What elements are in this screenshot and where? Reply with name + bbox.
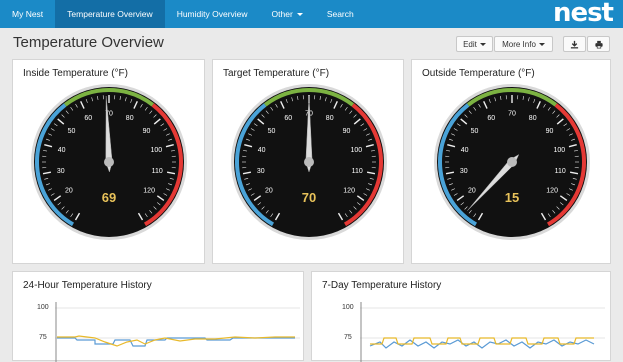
- gauge-tick-label: 70: [508, 111, 516, 118]
- inside-temperature-gauge: 203040506070809010011012069: [29, 82, 189, 242]
- nav-humidity-overview[interactable]: Humidity Overview: [165, 0, 260, 28]
- target-temperature-card: Target Temperature (°F) 20 30 40 50 60 70 80 90…: [212, 59, 404, 264]
- gauge-tick-label: 110: [555, 168, 566, 175]
- card-title: Inside Temperature (°F): [23, 68, 128, 79]
- gauge-needle-hub: [304, 157, 314, 167]
- inside-temperature-card: Inside Temperature (°F) 2030405060708090…: [12, 59, 205, 264]
- gauge-tick-label: 40: [461, 147, 469, 154]
- card-title: 7-Day Temperature History: [322, 280, 441, 291]
- chevron-down-icon: [297, 13, 303, 16]
- edit-button[interactable]: Edit: [456, 36, 493, 52]
- gauge-tick-label: 30: [460, 168, 468, 175]
- gauge-tick-label: 90: [143, 128, 151, 135]
- nav-other-dropdown[interactable]: Other: [260, 0, 315, 28]
- gauge-tick-label: 50: [268, 128, 276, 135]
- history-24h-chart: [55, 302, 300, 362]
- gauge-needle-hub: [104, 157, 114, 167]
- download-button[interactable]: [563, 36, 586, 52]
- y-axis-label-100: 100: [37, 304, 49, 311]
- y-axis-label-100: 100: [342, 304, 354, 311]
- gauge-tick-label: 60: [84, 115, 92, 122]
- gauge-tick-label: 100: [350, 147, 362, 154]
- outside-temperature-gauge: 20 30 40 50 60 70 80 90 100 110 120 15: [432, 82, 592, 242]
- chevron-down-icon: [539, 43, 545, 46]
- gauge-tick-label: 90: [343, 128, 351, 135]
- download-icon: [570, 40, 579, 49]
- print-icon: [594, 40, 604, 49]
- history-7d-chart: [360, 302, 605, 362]
- gauge-tick-label: 80: [126, 115, 134, 122]
- nest-logo: nest: [553, 0, 613, 28]
- gauge-tick-label: 60: [284, 115, 292, 122]
- nav-search[interactable]: Search: [315, 0, 366, 28]
- gauge-tick-label: 80: [529, 115, 537, 122]
- edit-button-label: Edit: [463, 40, 477, 49]
- print-button[interactable]: [587, 36, 610, 52]
- gauge-value: 69: [102, 190, 116, 205]
- more-info-button-label: More Info: [502, 40, 536, 49]
- gauge-tick-label: 100: [150, 147, 162, 154]
- gauge-tick-label: 120: [546, 188, 558, 195]
- gauge-tick-label: 110: [152, 168, 163, 175]
- gauge-tick-label: 40: [58, 147, 66, 154]
- nav-temperature-overview[interactable]: Temperature Overview: [55, 0, 165, 28]
- gauge-tick-label: 80: [326, 115, 334, 122]
- card-title: Outside Temperature (°F): [422, 68, 535, 79]
- history-7d-card: 7-Day Temperature History 100 75: [311, 271, 611, 361]
- gauge-tick-label: 30: [57, 168, 65, 175]
- gauge-needle-hub: [507, 157, 517, 167]
- gauge-tick-label: 30: [257, 168, 265, 175]
- gauge-tick-label: 120: [143, 188, 155, 195]
- gauge-tick-label: 50: [471, 128, 479, 135]
- gauge-tick-label: 50: [68, 128, 76, 135]
- gauge-tick-label: 20: [65, 188, 73, 195]
- top-nav-bar: My Nest Temperature Overview Humidity Ov…: [0, 0, 623, 28]
- y-axis-label-75: 75: [344, 334, 352, 341]
- gauge-tick-label: 40: [258, 147, 266, 154]
- gauge-tick-label: 20: [468, 188, 476, 195]
- gauge-tick-label: 90: [546, 128, 554, 135]
- title-bar: Temperature Overview Edit More Info: [0, 28, 623, 58]
- outside-temperature-card: Outside Temperature (°F) 20 30 40 50 60 70 80 9…: [411, 59, 611, 264]
- target-temperature-gauge: 203040506070809010011012070: [229, 82, 389, 242]
- card-title: 24-Hour Temperature History: [23, 280, 152, 291]
- nav-other-label: Other: [272, 9, 293, 19]
- y-axis-label-75: 75: [39, 334, 47, 341]
- gauge-tick-label: 120: [343, 188, 355, 195]
- series-yellow-line: [370, 338, 594, 344]
- nav-my-nest[interactable]: My Nest: [0, 0, 55, 28]
- chevron-down-icon: [480, 43, 486, 46]
- more-info-button[interactable]: More Info: [494, 36, 553, 52]
- gauge-value: 70: [302, 190, 316, 205]
- nav-menu: My Nest Temperature Overview Humidity Ov…: [0, 0, 366, 28]
- page-title: Temperature Overview: [13, 34, 164, 51]
- card-title: Target Temperature (°F): [223, 68, 329, 79]
- gauge-tick-label: 110: [352, 168, 363, 175]
- gauge-tick-label: 20: [265, 188, 273, 195]
- gauge-value: 15: [505, 190, 519, 205]
- series-blue-line: [57, 338, 295, 346]
- gauge-tick-label: 60: [487, 115, 495, 122]
- gauge-tick-label: 100: [553, 147, 565, 154]
- history-24h-card: 24-Hour Temperature History 100 75: [12, 271, 304, 361]
